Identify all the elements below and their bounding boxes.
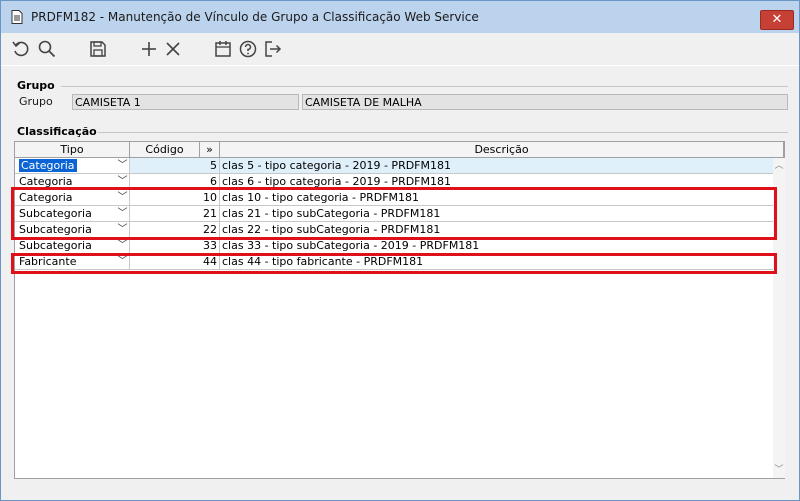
grupo-code-field[interactable]: CAMISETA 1 xyxy=(72,94,299,110)
chevron-down-icon[interactable]: ﹀ xyxy=(115,238,130,254)
scroll-up-icon[interactable]: ︿ xyxy=(773,160,785,172)
column-header-tipo[interactable]: Tipo xyxy=(15,142,130,158)
descricao-cell[interactable]: clas 5 - tipo categoria - 2019 - PRDFM18… xyxy=(220,158,775,174)
save-icon[interactable] xyxy=(88,39,108,59)
codigo-cell[interactable]: 5 xyxy=(130,158,220,174)
document-icon xyxy=(11,10,23,24)
column-header-descricao[interactable]: Descrição xyxy=(220,142,784,158)
classificacao-section-rule xyxy=(98,132,788,133)
delete-icon[interactable] xyxy=(163,39,183,59)
toolbar-divider xyxy=(1,65,799,66)
chevron-down-icon[interactable]: ﹀ xyxy=(115,158,130,174)
close-button[interactable]: ✕ xyxy=(760,10,794,30)
grupo-section-rule xyxy=(61,86,788,87)
toolbar xyxy=(1,34,799,64)
grupo-description-field[interactable]: CAMISETA DE MALHA xyxy=(302,94,788,110)
highlight-box-row-44 xyxy=(11,253,777,274)
highlight-box-rows-10-22 xyxy=(11,187,777,240)
classificacao-section-title: Classificação xyxy=(17,125,97,138)
scroll-down-icon[interactable]: ﹀ xyxy=(773,464,785,476)
add-icon[interactable] xyxy=(139,39,159,59)
undo-icon[interactable] xyxy=(11,39,31,59)
table-row[interactable]: Categoria ﹀ 5 clas 5 - tipo categoria - … xyxy=(15,158,784,174)
help-icon[interactable] xyxy=(238,39,258,59)
form-content: Grupo Grupo CAMISETA 1 CAMISETA DE MALHA… xyxy=(3,67,797,499)
column-header-codigo[interactable]: Código xyxy=(130,142,200,158)
grupo-label: Grupo xyxy=(19,95,53,108)
search-icon[interactable] xyxy=(37,39,57,59)
tipo-select[interactable]: Categoria xyxy=(15,158,130,174)
title-bar: PRDFM182 - Manutenção de Vínculo de Grup… xyxy=(1,1,799,33)
grupo-section-title: Grupo xyxy=(17,79,55,92)
calendar-icon[interactable] xyxy=(213,39,233,59)
codigo-cell[interactable]: 33 xyxy=(130,238,220,254)
table-row[interactable]: Subcategoria ﹀ 33 clas 33 - tipo subCate… xyxy=(15,238,784,254)
main-window: PRDFM182 - Manutenção de Vínculo de Grup… xyxy=(0,0,800,501)
exit-icon[interactable] xyxy=(263,39,283,59)
column-expand-button[interactable]: » xyxy=(200,142,220,158)
descricao-cell[interactable]: clas 33 - tipo subCategoria - 2019 - PRD… xyxy=(220,238,775,254)
window-title: PRDFM182 - Manutenção de Vínculo de Grup… xyxy=(31,10,479,24)
tipo-select[interactable]: Subcategoria xyxy=(15,238,130,254)
